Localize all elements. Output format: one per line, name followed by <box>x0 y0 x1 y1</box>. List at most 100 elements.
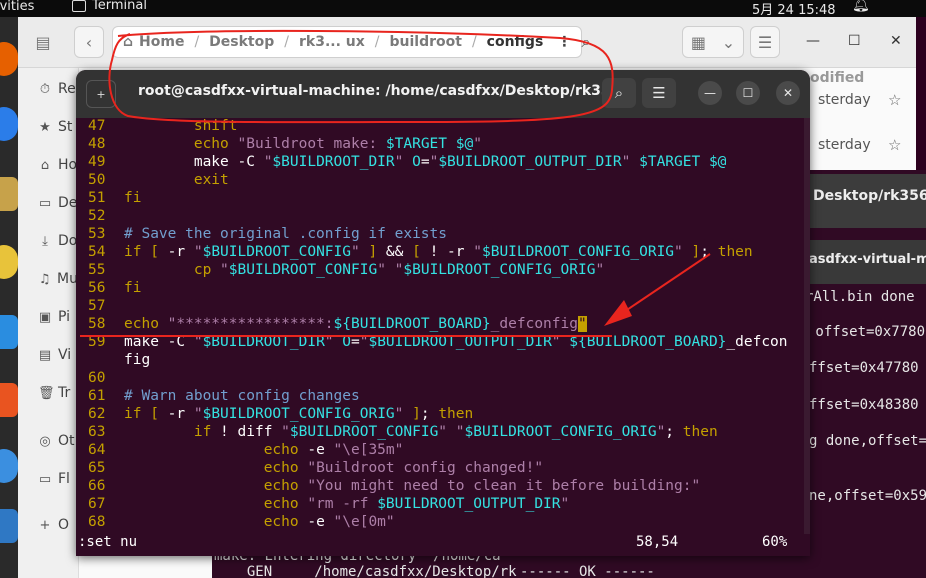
path-segment-home[interactable]: Home <box>139 34 184 50</box>
background-terminal-title[interactable]: Desktop/rk356x- <box>803 174 926 228</box>
sidebar-label: De <box>58 195 78 211</box>
code-text: echo -e "\e[35m" <box>263 442 404 458</box>
activities-button[interactable]: ivities <box>0 0 34 14</box>
code-text: exit <box>193 172 229 188</box>
star-icon[interactable]: ☆ <box>888 91 901 109</box>
code-text: fig <box>124 352 151 368</box>
sidebar-item-pictures[interactable]: ▣ Pi <box>38 306 78 328</box>
column-modified[interactable]: odified <box>810 70 864 86</box>
line-number: 52 <box>88 208 106 224</box>
line-number: 67 <box>88 496 106 512</box>
code-line: 63 if ! diff "$BUILDROOT_CONFIG" "$BUILD… <box>88 424 718 442</box>
cursor-position: 58,54 <box>636 534 679 550</box>
top-bar: ivities Terminal 5月 24 15:48 🔔︎ <box>0 0 926 18</box>
line-number: 48 <box>88 136 106 152</box>
clock[interactable]: 5月 24 15:48 <box>752 0 836 18</box>
sidebar-item-desktop[interactable]: ▭ De <box>38 192 78 214</box>
code-line: 50 exit <box>88 172 229 190</box>
close-icon[interactable]: ✕ <box>890 33 902 49</box>
sidebar-item-home[interactable]: ⌂ Ho <box>38 154 78 176</box>
line-number: 63 <box>88 424 106 440</box>
software-icon[interactable] <box>0 383 18 417</box>
sidebar-item-cdrom[interactable]: ◎ Ot <box>38 430 78 452</box>
menu-icon[interactable]: ☰ <box>642 78 676 108</box>
help-icon[interactable] <box>0 449 18 483</box>
line-number: 53 <box>88 226 106 242</box>
sidebar-item-trash[interactable]: 🗑 Tr <box>38 382 78 404</box>
terminal-output-line: ffset=0x48380 <box>809 397 919 413</box>
maximize-icon[interactable]: ☐ <box>736 81 760 105</box>
path-segment-desktop[interactable]: Desktop <box>209 34 274 50</box>
code-text: make -C "$BUILDROOT_DIR" O="$BUILDROOT_O… <box>124 154 727 170</box>
line-number: 54 <box>88 244 106 260</box>
terminal-headerbar[interactable]: + root@casdfxx-virtual-machine: /home/ca… <box>76 70 810 118</box>
writer-icon[interactable] <box>0 315 18 349</box>
vim-editor[interactable]: 47 shift 48 echo "Buildroot make: $TARGET… <box>76 118 810 536</box>
line-number: 66 <box>88 478 106 494</box>
chevron-down-icon[interactable]: ⌄ <box>722 33 735 52</box>
file-row-date: sterday <box>818 92 871 108</box>
terminal-title: root@casdfxx-virtual-machine: /home/casd… <box>138 83 627 99</box>
bell-icon[interactable]: 🔔︎ <box>852 0 870 13</box>
path-bar[interactable]: ⌂ Home / Desktop / rk3... ux / buildroot… <box>112 26 582 58</box>
grid-view-icon[interactable]: ▦ <box>691 33 706 52</box>
home-icon: ⌂ <box>123 34 134 50</box>
code-line: 55 cp "$BUILDROOT_CONFIG" "$BUILDROOT_CO… <box>88 262 604 280</box>
sidebar-item-downloads[interactable]: ⤓ Do <box>38 230 78 252</box>
code-icon[interactable] <box>0 509 18 543</box>
line-number: 47 <box>88 118 106 134</box>
view-toggle[interactable]: ▦ ⌄ <box>682 26 744 58</box>
code-line: 47 shift <box>88 118 238 136</box>
firefox-icon[interactable] <box>0 42 18 76</box>
code-text: cp "$BUILDROOT_CONFIG" "$BUILDROOT_CONFI… <box>193 262 605 278</box>
sidebar-item-videos[interactable]: ▤ Vi <box>38 344 78 366</box>
maximize-icon[interactable]: ☐ <box>848 33 861 49</box>
terminal-window[interactable]: + root@casdfxx-virtual-machine: /home/ca… <box>76 70 810 556</box>
doc-icon[interactable]: ▤ <box>28 26 58 58</box>
app-menu[interactable]: Terminal <box>72 0 147 13</box>
scrollbar[interactable] <box>804 118 810 534</box>
code-line: 54 if [ -r "$BUILDROOT_CONFIG" ] && [ ! -… <box>88 244 753 262</box>
line-number: 58 <box>88 316 106 332</box>
sidebar-label: Pi <box>58 309 71 325</box>
line-number: 51 <box>88 190 106 206</box>
files-sidebar: ⏱ Re ★ St ⌂ Ho ▭ De ⤓ Do ♫ Mu ▣ Pi ▤ Vi 🗑 Tr ◎ Ot … <box>18 68 79 578</box>
path-segment-buildroot[interactable]: buildroot <box>390 34 462 50</box>
background-terminal-title[interactable]: asdfxx-virtual-m <box>803 240 926 284</box>
terminal-icon <box>72 0 86 12</box>
line-number: 56 <box>88 280 106 296</box>
back-button[interactable]: ‹ <box>74 26 104 58</box>
rhythmbox-icon[interactable] <box>0 245 18 279</box>
code-text: # Save the original .config if exists <box>124 226 448 242</box>
code-text: fi <box>124 280 142 296</box>
sidebar-label: Mu <box>57 271 78 287</box>
code-line: 58 echo "*****************:${BUILDROOT_BO… <box>88 316 587 334</box>
minimize-icon[interactable]: — <box>698 81 722 105</box>
star-icon[interactable]: ☆ <box>888 136 901 154</box>
code-text: make -C "$BUILDROOT_DIR" O="$BUILDROOT_O… <box>124 334 788 350</box>
sidebar-item-floppy[interactable]: ▭ Fl <box>38 468 78 490</box>
close-icon[interactable]: ✕ <box>776 81 800 105</box>
video-icon: ▤ <box>38 347 52 363</box>
drive-icon: ▭ <box>38 471 52 487</box>
search-icon[interactable]: ⌕ <box>570 26 602 58</box>
sidebar-item-music[interactable]: ♫ Mu <box>38 268 78 290</box>
search-icon[interactable]: ⌕ <box>602 78 636 108</box>
sidebar-item-other-locations[interactable]: + O <box>38 514 78 536</box>
line-number: 60 <box>88 370 106 386</box>
code-line: 62 if [ -r "$BUILDROOT_CONFIG_ORIG" ]; th… <box>88 406 473 424</box>
code-text: echo "*****************:${BUILDROOT_BOAR… <box>124 316 587 332</box>
sidebar-label: Fl <box>58 471 70 487</box>
path-segment-configs[interactable]: configs <box>487 34 544 50</box>
sidebar-item-recent[interactable]: ⏱ Re <box>38 78 78 100</box>
code-line: 66 echo "You might need to clean it befo… <box>88 478 700 496</box>
file-row-date: sterday <box>818 137 871 153</box>
minimize-icon[interactable]: — <box>806 33 820 49</box>
menu-button[interactable]: ☰ <box>750 26 780 58</box>
files-icon[interactable] <box>0 177 18 211</box>
terminal-output-line: offset=0x7780 <box>807 324 926 340</box>
thunderbird-icon[interactable] <box>0 107 18 141</box>
sidebar-item-starred[interactable]: ★ St <box>38 116 78 138</box>
path-segment-rk3[interactable]: rk3... ux <box>299 34 365 50</box>
new-tab-icon[interactable]: + <box>86 80 116 108</box>
